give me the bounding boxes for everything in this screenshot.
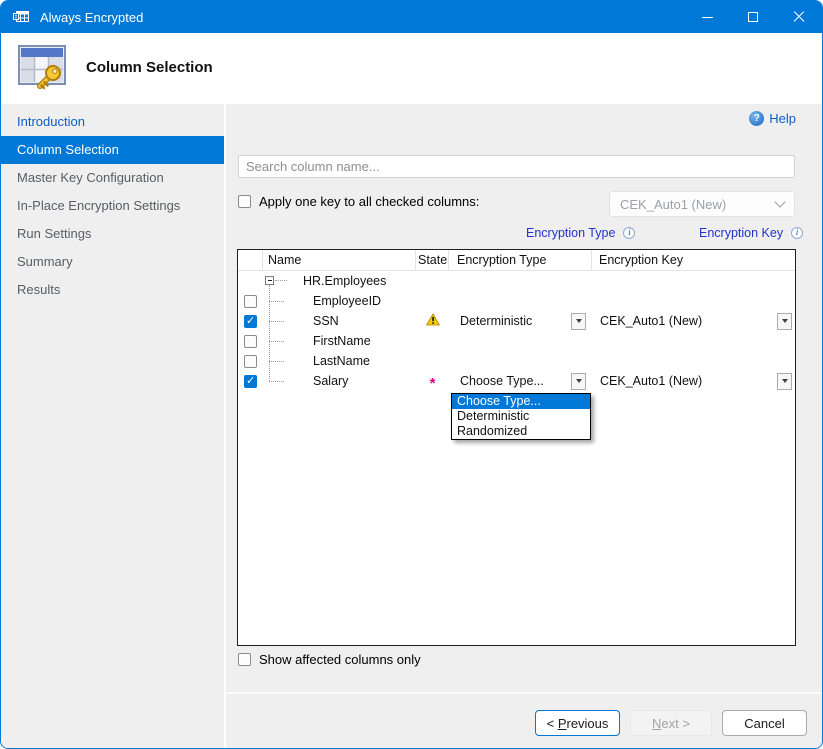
- row-checkbox-firstname[interactable]: [244, 335, 257, 348]
- encryption-key-link-group: Encryption Key: [699, 226, 803, 240]
- header-state: State: [416, 250, 449, 270]
- encryption-type-dropdown-button[interactable]: [571, 313, 586, 330]
- row-checkbox-employeeid[interactable]: [244, 295, 257, 308]
- dropdown-option-randomized[interactable]: Randomized: [452, 424, 590, 439]
- encryption-key-value: CEK_Auto1 (New): [600, 374, 702, 388]
- window-title: Always Encrypted: [40, 10, 143, 25]
- dropdown-arrow-icon: [576, 379, 582, 383]
- header-name: Name: [263, 250, 416, 270]
- table-row-firstname: FirstName: [238, 331, 795, 351]
- dropdown-option-choose-type[interactable]: Choose Type...: [452, 394, 590, 409]
- row-checkbox-lastname[interactable]: [244, 355, 257, 368]
- table-row-ssn: SSN Deterministic: [238, 311, 795, 331]
- chevron-down-icon: [774, 196, 785, 207]
- minimize-button[interactable]: [684, 1, 730, 33]
- close-button[interactable]: [776, 1, 822, 33]
- sidebar-item-master-key-configuration: Master Key Configuration: [1, 164, 224, 192]
- encryption-type-link[interactable]: Encryption Type: [526, 226, 615, 240]
- sidebar-item-run-settings: Run Settings: [1, 220, 224, 248]
- dropdown-arrow-icon: [782, 319, 788, 323]
- titlebar: Always Encrypted: [1, 1, 822, 33]
- encryption-key-value: CEK_Auto1 (New): [600, 314, 702, 328]
- cancel-label: Cancel: [744, 716, 784, 731]
- maximize-icon: [748, 12, 758, 22]
- maximize-button[interactable]: [730, 1, 776, 33]
- help-label: Help: [769, 111, 796, 126]
- main-panel: Help Apply one key to all checked column…: [226, 104, 822, 749]
- sidebar-item-summary: Summary: [1, 248, 224, 276]
- encryption-key-dropdown-button[interactable]: [777, 373, 792, 390]
- info-circle-icon[interactable]: [791, 227, 803, 239]
- encryption-key-dropdown-button[interactable]: [777, 313, 792, 330]
- next-label-rest: ext >: [661, 716, 690, 731]
- header-checkbox-column: [238, 250, 263, 270]
- dropdown-arrow-icon: [576, 319, 582, 323]
- table-group-name[interactable]: HR.Employees: [303, 274, 386, 288]
- encryption-type-link-group: Encryption Type: [526, 226, 635, 240]
- page-header: Column Selection: [1, 33, 822, 104]
- encryption-type-dropdown-list: Choose Type... Deterministic Randomized: [451, 393, 591, 440]
- sidebar-item-in-place-encryption-settings: In-Place Encryption Settings: [1, 192, 224, 220]
- warning-triangle-icon: [426, 313, 440, 329]
- show-affected-row: Show affected columns only: [238, 652, 421, 667]
- search-input[interactable]: [238, 155, 795, 178]
- dropdown-arrow-icon: [782, 379, 788, 383]
- column-selection-table-key-icon: [15, 41, 69, 98]
- cek-key-dropdown-value: CEK_Auto1 (New): [620, 197, 726, 212]
- help-link[interactable]: Help: [749, 111, 796, 126]
- table-row-lastname: LastName: [238, 351, 795, 371]
- apply-one-key-label: Apply one key to all checked columns:: [259, 194, 479, 209]
- row-checkbox-salary[interactable]: [244, 375, 257, 388]
- asterisk-icon: [430, 379, 436, 389]
- close-icon: [793, 11, 805, 23]
- encryption-key-link[interactable]: Encryption Key: [699, 226, 783, 240]
- sidebar-item-introduction[interactable]: Introduction: [1, 108, 224, 136]
- info-circle-icon[interactable]: [623, 227, 635, 239]
- sidebar-item-column-selection[interactable]: Column Selection: [1, 136, 224, 164]
- tree-branch-line: [275, 280, 287, 281]
- row-checkbox-ssn[interactable]: [244, 315, 257, 328]
- always-encrypted-wizard-window: Always Encrypted Column: [0, 0, 823, 749]
- show-affected-label: Show affected columns only: [259, 652, 421, 667]
- next-label-key: N: [652, 716, 661, 731]
- table-row-salary: Salary Choose Type... CEK_Auto1 (New): [238, 371, 795, 391]
- header-encryption-key: Encryption Key: [592, 250, 795, 270]
- table-group-row: HR.Employees: [238, 271, 795, 291]
- apply-one-key-checkbox[interactable]: [238, 195, 251, 208]
- window-controls: [684, 1, 822, 33]
- encryption-type-value: Choose Type...: [460, 374, 544, 388]
- column-name[interactable]: SSN: [313, 314, 339, 328]
- footer-divider: [226, 692, 822, 694]
- cek-key-dropdown[interactable]: CEK_Auto1 (New): [609, 191, 795, 217]
- previous-label-pre: <: [547, 716, 558, 731]
- wizard-steps-sidebar: Introduction Column Selection Master Key…: [1, 104, 226, 749]
- encryption-type-dropdown-button[interactable]: [571, 373, 586, 390]
- previous-label-rest: revious: [566, 716, 608, 731]
- apply-one-key-row: Apply one key to all checked columns:: [238, 194, 479, 209]
- columns-table-body: HR.Employees EmployeeID SSN: [238, 271, 795, 391]
- dropdown-option-deterministic[interactable]: Deterministic: [452, 409, 590, 424]
- show-affected-checkbox[interactable]: [238, 653, 251, 666]
- column-name[interactable]: Salary: [313, 374, 348, 388]
- cancel-button[interactable]: Cancel: [722, 710, 807, 736]
- page-title: Column Selection: [86, 59, 213, 76]
- encryption-type-value: Deterministic: [460, 314, 532, 328]
- next-button: Next >: [630, 710, 712, 736]
- column-name[interactable]: FirstName: [313, 334, 371, 348]
- minimize-icon: [702, 17, 713, 18]
- columns-table-header: Name State Encryption Type Encryption Ke…: [238, 250, 795, 271]
- table-key-icon: [13, 9, 30, 25]
- previous-button[interactable]: < Previous: [535, 710, 620, 736]
- table-row-employeeid: EmployeeID: [238, 291, 795, 311]
- sidebar-item-results: Results: [1, 276, 224, 304]
- columns-table: Name State Encryption Type Encryption Ke…: [237, 249, 796, 646]
- header-encryption-type: Encryption Type: [449, 250, 592, 270]
- column-name[interactable]: LastName: [313, 354, 370, 368]
- question-circle-icon: [749, 111, 764, 126]
- collapse-minus-icon[interactable]: [265, 276, 274, 285]
- body: Introduction Column Selection Master Key…: [1, 104, 822, 749]
- column-name[interactable]: EmployeeID: [313, 294, 381, 308]
